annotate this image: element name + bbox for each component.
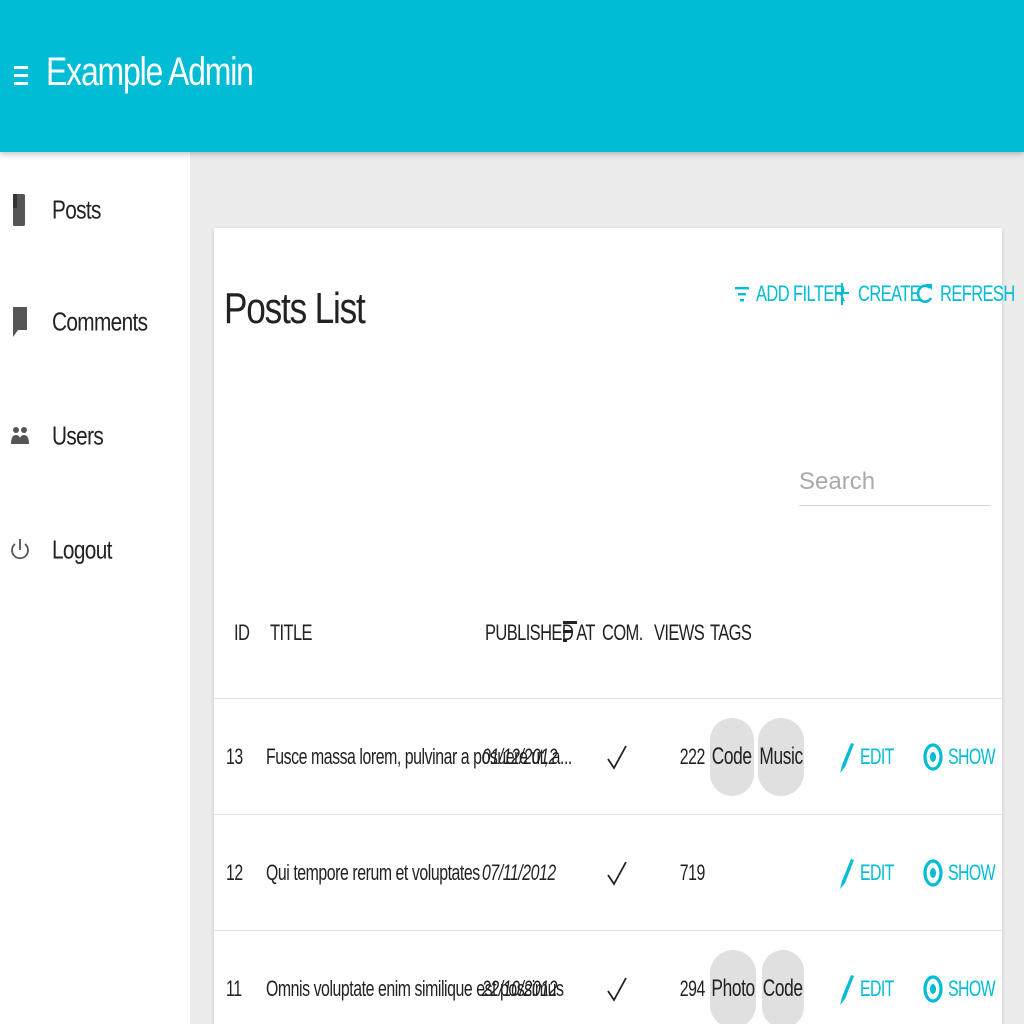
table-row[interactable]: 12 Qui tempore rerum et voluptates 07/11…: [214, 814, 1002, 930]
cell-views: 222: [679, 743, 706, 769]
sort-icon[interactable]: [562, 618, 578, 648]
tag-chip[interactable]: Code: [762, 949, 804, 1024]
sidebar-item-label: Posts: [52, 194, 101, 225]
sidebar-item-posts[interactable]: Posts: [0, 170, 190, 250]
people-icon: [11, 427, 29, 444]
filter-icon: [735, 287, 749, 302]
book-icon: [13, 194, 25, 226]
pencil-icon: [840, 858, 854, 889]
sidebar-item-label: Logout: [52, 534, 112, 565]
sidebar-item-logout[interactable]: Logout: [0, 510, 190, 590]
cell-published-at: 01/12/2012: [482, 743, 557, 769]
column-header-title[interactable]: TITLE: [270, 620, 313, 646]
menu-icon[interactable]: [14, 62, 32, 90]
show-button[interactable]: SHOW: [922, 969, 1013, 1009]
column-header-published-at[interactable]: PUBLISHED AT: [485, 620, 595, 646]
plus-icon: [835, 283, 849, 305]
edit-button[interactable]: EDIT: [838, 969, 907, 1009]
eye-icon: [923, 974, 943, 1003]
column-header-views[interactable]: VIEWS: [654, 620, 705, 646]
app-bar: Example Admin: [0, 0, 1024, 152]
column-header-comments[interactable]: COM.: [602, 620, 643, 646]
power-icon: [11, 539, 29, 560]
sidebar-item-users[interactable]: Users: [0, 396, 190, 476]
sidebar-item-label: Users: [52, 420, 104, 451]
sidebar: Posts Comments Users Logout: [0, 152, 190, 1024]
table-row[interactable]: 11 Omnis voluptate enim similique est po…: [214, 930, 1002, 1024]
tag-chip[interactable]: Photo: [710, 949, 756, 1024]
eye-icon: [923, 742, 943, 771]
refresh-button[interactable]: REFRESH: [916, 276, 1024, 312]
show-button[interactable]: SHOW: [922, 853, 1013, 893]
eye-icon: [923, 858, 943, 887]
app-title: Example Admin: [46, 50, 254, 94]
check-icon: [607, 861, 627, 886]
cell-published-at: 22/10/2012: [482, 975, 557, 1001]
check-icon: [607, 977, 627, 1002]
cell-views: 294: [679, 975, 706, 1001]
page-title: Posts List: [224, 284, 366, 333]
tag-chip[interactable]: Code: [710, 717, 754, 796]
posts-list-card: Posts List ADD FILTER CREATE REFRESH ID …: [214, 228, 1015, 1024]
show-button[interactable]: SHOW: [922, 737, 1013, 777]
pencil-icon: [840, 742, 854, 773]
cell-views: 719: [679, 859, 706, 885]
edit-button[interactable]: EDIT: [838, 737, 907, 777]
cell-id: 13: [226, 743, 243, 769]
pencil-icon: [840, 974, 854, 1005]
search-input[interactable]: [799, 448, 991, 506]
refresh-icon: [916, 284, 933, 303]
tag-chip[interactable]: Music: [758, 717, 804, 796]
column-header-tags: TAGS: [710, 620, 752, 645]
cell-id: 11: [226, 975, 242, 1001]
comment-icon: [13, 307, 27, 337]
table-row[interactable]: 13 Fusce massa lorem, pulvinar a posuere…: [214, 698, 1002, 814]
column-header-id[interactable]: ID: [234, 620, 250, 646]
cell-published-at: 07/11/2012: [482, 859, 556, 885]
cell-id: 12: [226, 859, 243, 885]
edit-button[interactable]: EDIT: [838, 853, 907, 893]
sidebar-item-comments[interactable]: Comments: [0, 282, 190, 362]
sidebar-item-label: Comments: [52, 306, 148, 337]
cell-title: Qui tempore rerum et voluptates: [266, 859, 480, 885]
check-icon: [607, 745, 627, 770]
